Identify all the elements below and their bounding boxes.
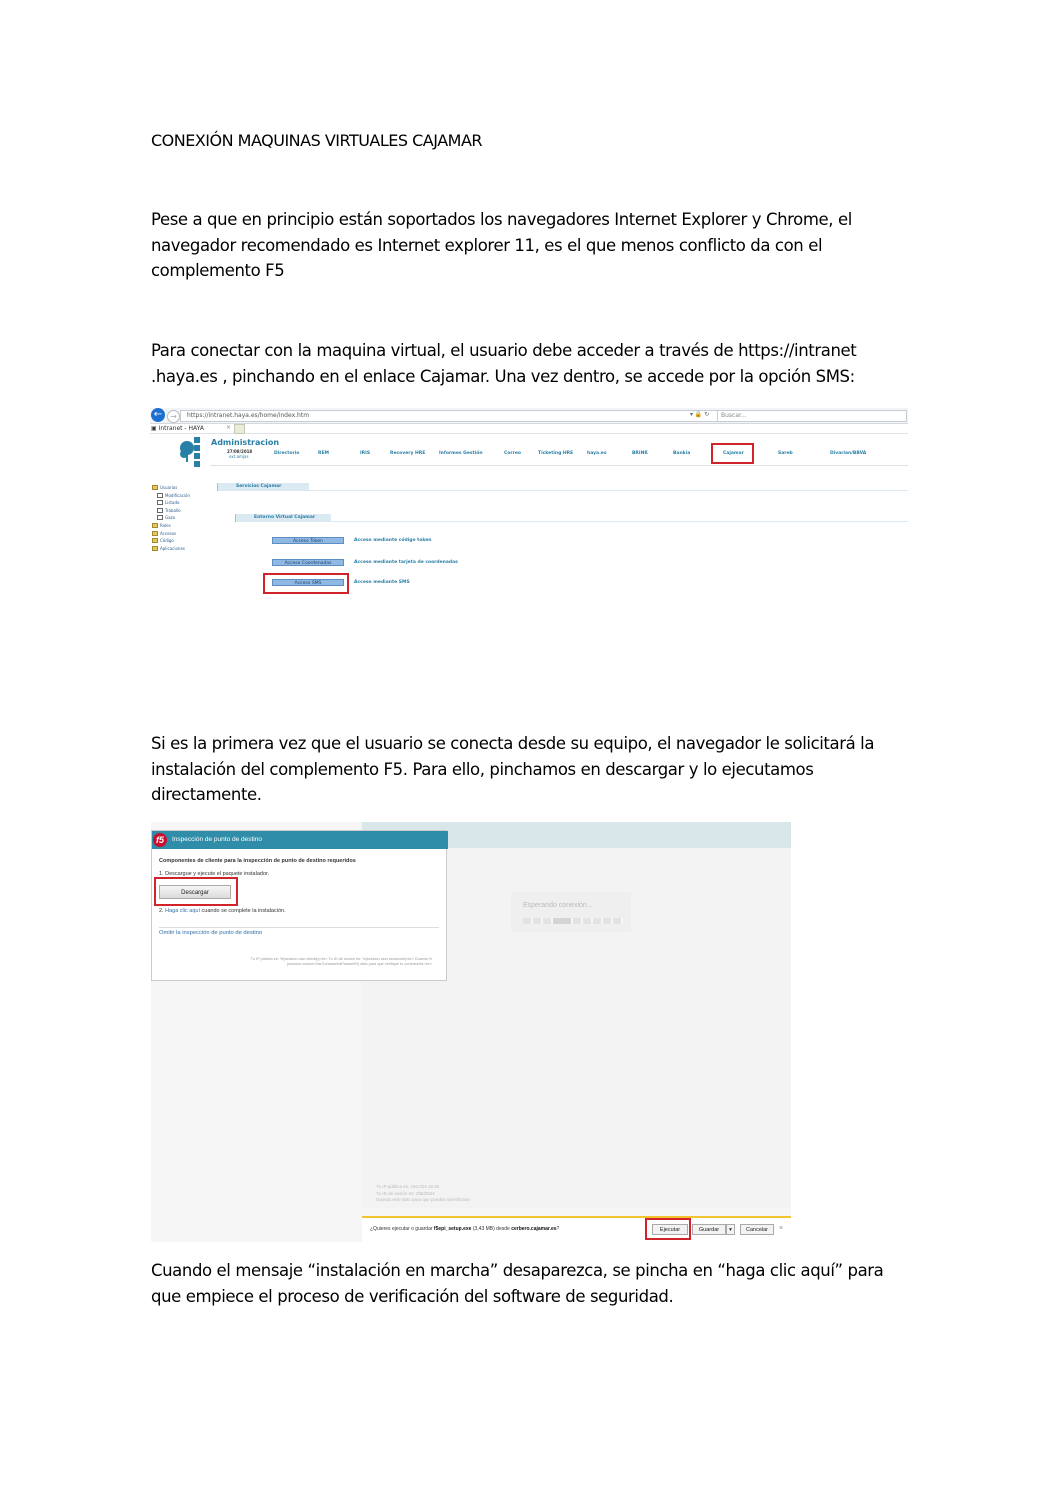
tree-item-folder[interactable]: Código [152, 537, 190, 545]
user-label: ext.amjas [229, 454, 249, 459]
highlight-run [645, 1218, 691, 1240]
prompt-prefix: ¿Quieres ejecutar o guardar [370, 1226, 434, 1232]
menu-item-bankia[interactable]: Bankia [673, 451, 690, 456]
highlight-download [154, 877, 238, 906]
paragraph-click-here: Cuando el mensaje “instalación en marcha… [151, 1261, 884, 1306]
tab-label: Intranet - HAYA [158, 425, 204, 432]
progress-bar [523, 918, 623, 924]
save-options-chevron-icon[interactable]: ▾ [726, 1224, 735, 1235]
step2-prefix: 2. [159, 908, 164, 914]
section-servicios: Servicios Cajamar [217, 483, 309, 491]
acceso-token-desc: Acceso mediante código token [354, 538, 432, 543]
paragraph-browsers: Pese a que en principio están soportados… [151, 210, 852, 280]
intranet-screenshot: ← → https://intranet.haya.es/home/index.… [150, 408, 908, 608]
new-tab-button[interactable] [234, 424, 245, 434]
back-arrow-icon[interactable]: ← [151, 408, 165, 422]
f5-logo-icon: f5 [153, 833, 167, 847]
download-notification-bar: ¿Quieres ejecutar o guardar f5epi_setup.… [362, 1216, 791, 1242]
menu-item-informes[interactable]: Informes Gestión [439, 451, 483, 456]
highlight-cajamar [711, 443, 754, 464]
panel-note: Tu IP pública es: %{session.user.clienti… [250, 957, 432, 966]
panel-title: Inspección de punto de destino [172, 836, 262, 843]
menu-item-haya[interactable]: haya.es [587, 451, 607, 456]
panel-header: f5 Inspección de punto de destino [152, 831, 448, 849]
f5-screenshot: Esperando conexión... Tu IP pública es: … [151, 822, 791, 1242]
omit-inspection-link[interactable]: Omitir la inspección de punto de destino [159, 930, 262, 936]
forward-arrow-icon[interactable]: → [167, 410, 180, 423]
click-here-link[interactable]: Haga clic aquí [165, 908, 200, 914]
section-underline [309, 490, 908, 491]
menu-divider [210, 465, 908, 466]
app-title: Administracion [211, 438, 280, 447]
acceso-coordenadas-button[interactable]: Acceso Coordenadas [272, 559, 344, 566]
cancel-button[interactable]: Cancelar [740, 1224, 774, 1235]
document-title: CONEXIÓN MAQUINAS VIRTUALES CAJAMAR [151, 131, 483, 150]
paragraph-connect: Para conectar con la maquina virtual, el… [151, 341, 857, 386]
paragraph-first-time: Si es la primera vez que el usuario se c… [151, 734, 875, 804]
step2-suffix: cuando se complete la instalación. [201, 908, 286, 914]
session-footer: Tu IP pública es: 194.224.19.82 Tu ID de… [376, 1184, 470, 1204]
menu-item-recovery[interactable]: Recovery HRE [390, 451, 425, 456]
address-bar: ← → https://intranet.haya.es/home/index.… [150, 408, 908, 424]
search-input[interactable]: Buscar... [717, 410, 907, 422]
section-underline [331, 521, 908, 522]
file-size: (3,43 MB) desde [471, 1226, 512, 1232]
haya-logo [180, 437, 200, 467]
footer-line: Guarda este dato para que puedas identif… [376, 1197, 471, 1202]
close-icon[interactable]: × [226, 424, 231, 431]
prompt-suffix: ? [556, 1226, 560, 1232]
sidebar-tree: Usuarios Modificación Listado Traballo G… [152, 484, 190, 552]
tab-bar: ▣ Intranet - HAYA × [150, 423, 908, 434]
url-field[interactable]: https://intranet.haya.es/home/index.htm [180, 410, 723, 422]
menu-item-correo[interactable]: Correo [504, 451, 521, 456]
tree-item-sub[interactable]: Gazo [152, 514, 190, 522]
panel-divider [159, 927, 439, 928]
menu-item-brink[interactable]: BRINK [632, 451, 648, 456]
acceso-coordenadas-desc: Acceso mediante tarjeta de coordenadas [354, 560, 458, 565]
tree-item-folder[interactable]: Roles [152, 522, 190, 530]
lock-refresh-icon[interactable]: ▾ 🔒 ↻ [690, 411, 709, 418]
tree-item-sub[interactable]: Modificación [152, 492, 190, 500]
menu-item-sareb[interactable]: Sareb [778, 451, 793, 456]
tree-item-usuarios[interactable]: Usuarios [152, 484, 190, 492]
tree-item-folder[interactable]: Aplicaciones [152, 545, 190, 553]
section-entorno: Entorno Virtual Cajamar [235, 514, 331, 522]
acceso-sms-desc: Acceso mediante SMS [354, 580, 410, 585]
file-name: f5epi_setup.exe [433, 1226, 472, 1232]
step2-label: 2. Haga clic aquí cuando se complete la … [159, 908, 286, 914]
tree-item-folder[interactable]: Accesos [152, 530, 190, 538]
tree-item-sub[interactable]: Traballo [152, 507, 190, 515]
components-label: Componentes de cliente para la inspecció… [159, 858, 356, 864]
save-button[interactable]: Guardar [692, 1224, 726, 1235]
download-host: cerbero.cajamar.es [511, 1226, 557, 1232]
waiting-text: Esperando conexión... [523, 902, 593, 909]
highlight-sms [263, 573, 349, 594]
download-prompt: ¿Quieres ejecutar o guardar f5epi_setup.… [370, 1226, 559, 1232]
tab-intranet[interactable]: ▣ Intranet - HAYA [151, 424, 231, 433]
menu-item-rem[interactable]: REM [318, 451, 329, 456]
acceso-token-button[interactable]: Acceso Token [272, 537, 344, 544]
tree-item-sub[interactable]: Listado [152, 499, 190, 507]
menu-item-iris[interactable]: IRIS [360, 451, 370, 456]
menu-item-ticketing[interactable]: Ticketing HRE [538, 451, 573, 456]
menu-item-divarian[interactable]: Divarian/BBVA [830, 451, 866, 456]
close-icon[interactable]: × [779, 1225, 783, 1232]
waiting-box: Esperando conexión... [511, 892, 631, 932]
menu-item-directorio[interactable]: Directorio [274, 451, 299, 456]
